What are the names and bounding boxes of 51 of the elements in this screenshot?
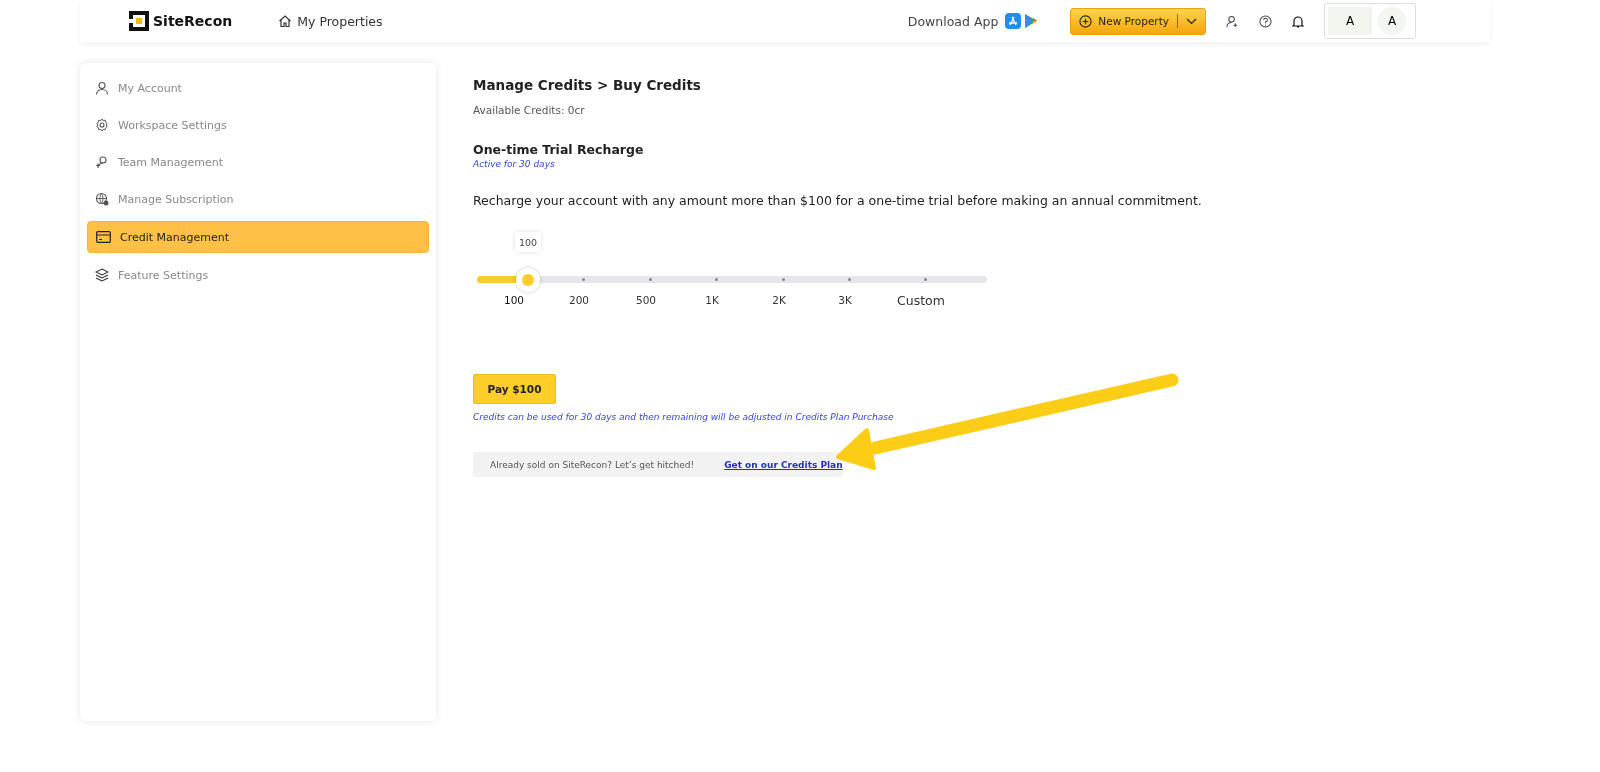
sidebar-item[interactable]: Manage Subscription [87, 184, 429, 214]
app-store-icon[interactable] [1005, 13, 1022, 29]
credits-plan-link[interactable]: Get on our Credits Plan [724, 459, 843, 470]
slider-tick [582, 278, 585, 281]
slider-tick [715, 278, 718, 281]
logo-icon [129, 11, 149, 31]
gear-icon [95, 118, 109, 132]
sidebar-item[interactable]: My Account [87, 73, 429, 103]
available-credits-text: Available Credits: 0cr [473, 104, 586, 116]
slider-stop-label[interactable]: 100 [504, 294, 524, 306]
user-icon [95, 81, 109, 95]
sidebar-item[interactable]: Credit Management [87, 221, 429, 253]
globe-icon [95, 192, 109, 206]
slider-stop-label[interactable]: 3K [838, 294, 852, 306]
home-icon [278, 14, 293, 28]
layers-icon [95, 268, 109, 282]
bell-icon[interactable] [1292, 14, 1304, 28]
section-title: One-time Trial Recharge [473, 142, 645, 157]
caret-icon[interactable] [1186, 17, 1197, 25]
slider-stop-label[interactable]: 500 [636, 294, 656, 306]
slider-tick [924, 278, 927, 281]
slider-tick [848, 278, 851, 281]
plus-circle-icon [1079, 14, 1093, 28]
sidebar-item[interactable]: Workspace Settings [87, 110, 429, 140]
play-store-icon[interactable] [1024, 13, 1039, 29]
logo-text: SiteRecon [153, 13, 233, 29]
user-avatar[interactable]: A [1378, 7, 1406, 35]
description-text: Recharge your account with any amount more than $100 for a one-time trial before making an annual commitment. [473, 193, 1202, 208]
add-user-icon[interactable] [1226, 14, 1239, 28]
workspace-avatar[interactable]: A [1328, 7, 1372, 35]
help-icon[interactable] [1259, 14, 1272, 28]
pay-button[interactable]: Pay $100 [473, 374, 556, 404]
slider-stop-label[interactable]: 2K [772, 294, 786, 306]
slider-tooltip: 100 [515, 232, 541, 252]
slider-thumb[interactable] [516, 268, 540, 292]
new-property-button[interactable]: New Property [1070, 7, 1206, 35]
active-duration-note: Active for 30 days [473, 159, 556, 169]
download-app-label: Download App [907, 13, 999, 29]
slider-tick [782, 278, 785, 281]
breadcrumb-title: Manage Credits > Buy Credits [473, 77, 702, 93]
my-properties-link[interactable]: My Properties [278, 13, 383, 29]
slider-stop-label[interactable]: Custom [897, 293, 945, 308]
card-icon [96, 231, 111, 243]
slider-tick [649, 278, 652, 281]
slider-stop-label[interactable]: 200 [569, 294, 589, 306]
slider-stop-label[interactable]: 1K [705, 294, 719, 306]
sidebar-item[interactable]: Feature Settings [87, 260, 429, 290]
banner-text: Already sold on SiteRecon? Let’s get hitched! [490, 459, 695, 470]
credits-usage-note: Credits can be used for 30 days and then remaining will be adjusted in Credits Plan Purchase [473, 412, 895, 422]
slider-track[interactable] [477, 267, 987, 293]
sidebar-item[interactable]: Team Management [87, 147, 429, 177]
